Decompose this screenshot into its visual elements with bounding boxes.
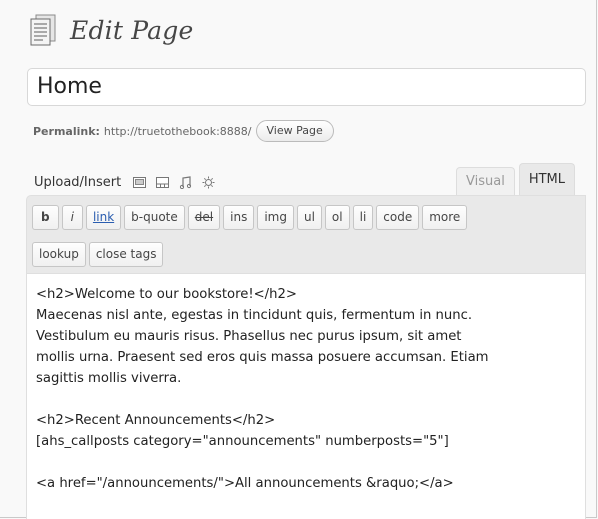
link-button[interactable]: link xyxy=(85,205,122,230)
permalink-row: Permalink: http://truetothebook:8888/ Vi… xyxy=(33,119,334,143)
audio-icon[interactable] xyxy=(179,175,192,189)
more-button[interactable]: more xyxy=(422,205,468,230)
content-textarea[interactable]: <h2>Welcome to our bookstore!</h2> Maece… xyxy=(26,273,586,519)
quicktags-row-1: b i link b-quote del ins img ul ol li co… xyxy=(32,205,470,230)
video-icon[interactable] xyxy=(156,176,170,189)
image-icon[interactable] xyxy=(133,176,147,189)
editor-line: [ahs_callposts category="announcements" … xyxy=(36,434,449,449)
page-title: Edit Page xyxy=(70,15,194,45)
permalink-url: http://truetothebook:8888/ xyxy=(103,124,252,138)
ol-button[interactable]: ol xyxy=(324,205,350,230)
code-button[interactable]: code xyxy=(376,205,420,230)
ins-button[interactable]: ins xyxy=(223,205,255,230)
close-tags-button[interactable]: close tags xyxy=(88,242,164,267)
tab-visual[interactable]: Visual xyxy=(456,167,515,195)
permalink-label: Permalink: xyxy=(33,124,100,138)
media-icon[interactable] xyxy=(202,176,215,189)
tab-html[interactable]: HTML xyxy=(518,163,575,195)
editor-line: <a href="/announcements/">All announceme… xyxy=(36,476,454,491)
page-icon xyxy=(30,14,56,46)
ul-button[interactable]: ul xyxy=(296,205,322,230)
italic-button[interactable]: i xyxy=(61,205,83,230)
bold-button[interactable]: b xyxy=(32,205,59,230)
li-button[interactable]: li xyxy=(352,205,374,230)
quicktags-row-2: lookup close tags xyxy=(32,242,166,267)
upload-insert-label: Upload/Insert xyxy=(34,174,122,190)
del-button[interactable]: del xyxy=(187,205,221,230)
quicktags-toolbar: b i link b-quote del ins img ul ol li co… xyxy=(26,195,586,273)
page-header: Edit Page xyxy=(30,12,193,48)
editor-line: mollis urna. Praesent sed eros quis mass… xyxy=(36,350,489,365)
media-buttons: Upload/Insert xyxy=(34,172,225,192)
editor-line: Vestibulum eu mauris risus. Phasellus ne… xyxy=(36,329,462,344)
editor-line: <h2>Recent Announcements</h2> xyxy=(36,413,276,428)
view-page-button[interactable]: View Page xyxy=(255,120,334,142)
title-input[interactable]: Home xyxy=(27,68,586,106)
editor-tabs: Visual HTML xyxy=(452,163,575,195)
lookup-button[interactable]: lookup xyxy=(32,242,86,267)
editor-line: Maecenas nisl ante, egestas in tincidunt… xyxy=(36,308,473,323)
img-button[interactable]: img xyxy=(257,205,294,230)
editor-line: sagittis mollis viverra. xyxy=(36,371,182,386)
editor-line: <h2>Welcome to our bookstore!</h2> xyxy=(36,287,297,302)
blockquote-button[interactable]: b-quote xyxy=(124,205,185,230)
